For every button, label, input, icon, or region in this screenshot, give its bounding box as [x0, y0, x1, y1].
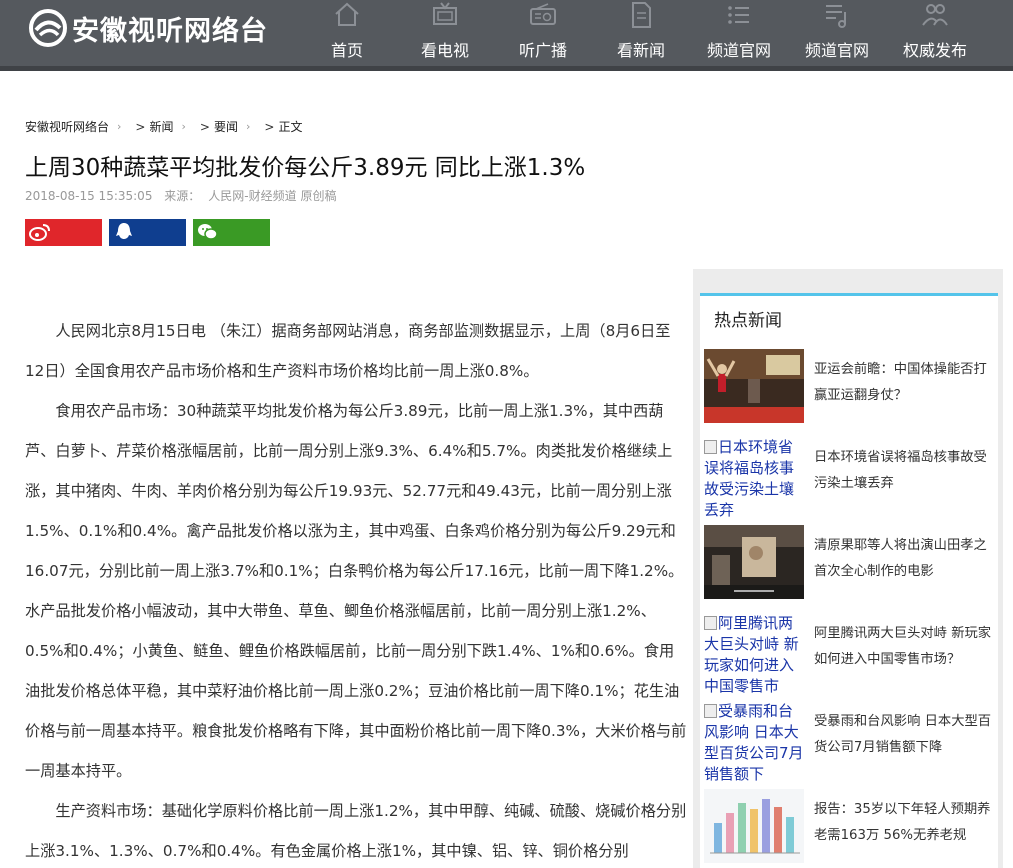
nav-label: 看新闻 [616, 41, 665, 60]
source-label: 来源： [164, 189, 201, 203]
image-alt-text: 日本环境省误将福岛核事故受污染土壤丢弃 [704, 438, 795, 519]
breadcrumb-separator: › [181, 120, 186, 133]
hot-news-item[interactable]: 亚运会前瞻：中国体操能否打赢亚运翻身仗？ [704, 349, 994, 437]
breadcrumb-separator: › [245, 120, 251, 133]
nav-item-official-release[interactable]: 权威发布 [886, 0, 984, 66]
hot-news-item[interactable]: 阿里腾讯两大巨头对峙 新玩家如何进入中国零售市 阿里腾讯两大巨头对峙 新玩家如何… [704, 613, 994, 701]
logo-swirl-icon [28, 8, 68, 48]
article-source[interactable]: 人民网-财经频道 原创稿 [208, 189, 336, 203]
share-bar [25, 219, 270, 246]
nav-item-tv[interactable]: 看电视 [396, 0, 494, 66]
breadcrumb-home[interactable]: 安徽视听网络台 [25, 118, 109, 135]
weibo-icon [29, 224, 50, 241]
list-icon [728, 6, 749, 24]
nav-label: 首页 [330, 41, 363, 60]
nav-label: 权威发布 [902, 41, 967, 60]
article-paragraph: 人民网北京8月15日电 （朱江）据商务部网站消息，商务部监测数据显示，上周（8月… [25, 322, 671, 380]
radio-icon [530, 3, 556, 25]
share-qq-button[interactable] [109, 219, 186, 246]
qq-icon [116, 223, 132, 239]
hot-news-text[interactable]: 清原果耶等人将出演山田孝之首次全心制作的电影 [814, 533, 994, 585]
article-paragraph: 生产资料市场：基础化学原料价格比前一周上涨1.2%，其中甲醇、纯碱、硫酸、烧碱价… [25, 802, 687, 860]
hot-news-title: 热点新闻 [714, 311, 782, 331]
breadcrumb-news[interactable]: 新闻 [149, 118, 173, 135]
hot-news-item[interactable]: 日本环境省误将福岛核事故受污染土壤丢弃 日本环境省误将福岛核事故受污染土壤丢弃 [704, 437, 994, 525]
document-icon [632, 2, 651, 28]
nav-item-news[interactable]: 看新闻 [592, 0, 690, 66]
share-weibo-button[interactable] [25, 219, 102, 246]
breadcrumb-important[interactable]: 要闻 [214, 118, 238, 135]
film-still-photo[interactable] [704, 525, 804, 599]
wechat-icon [198, 224, 218, 240]
hot-news-text[interactable]: 阿里腾讯两大巨头对峙 新玩家如何进入中国零售市场？ [814, 621, 994, 673]
hot-news-item[interactable]: 受暴雨和台风影响 日本大型百货公司7月销售额下 受暴雨和台风影响 日本大型百货公… [704, 701, 994, 789]
hot-news-text[interactable]: 日本环境省误将福岛核事故受污染土壤丢弃 [814, 445, 994, 497]
nav-item-channel-site-1[interactable]: 频道官网 [690, 0, 788, 66]
bar-chart-photo[interactable] [704, 789, 804, 863]
breadcrumb-arrow: > [199, 119, 210, 134]
breadcrumb-current: 正文 [278, 120, 303, 134]
broken-image-icon[interactable]: 日本环境省误将福岛核事故受污染土壤丢弃 [704, 437, 804, 521]
breadcrumb-arrow: > [264, 119, 275, 134]
music-list-icon [826, 5, 846, 28]
share-wechat-button[interactable] [193, 219, 270, 246]
article-body: 人民网北京8月15日电 （朱江）据商务部网站消息，商务部监测数据显示，上周（8月… [25, 311, 688, 868]
people-icon [922, 4, 948, 26]
broken-image-icon[interactable]: 阿里腾讯两大巨头对峙 新玩家如何进入中国零售市 [704, 613, 804, 697]
image-alt-text: 阿里腾讯两大巨头对峙 新玩家如何进入中国零售市 [704, 614, 799, 695]
home-icon [335, 2, 359, 26]
nav-label: 频道官网 [804, 41, 869, 60]
article-title: 上周30种蔬菜平均批发价每公斤3.89元 同比上涨1.3% [25, 155, 586, 181]
broken-image-icon[interactable]: 受暴雨和台风影响 日本大型百货公司7月销售额下 [704, 701, 804, 785]
hot-news-panel: 热点新闻 亚运会前瞻：中国体操能否打赢亚运翻身仗？ 日本环境省误将福岛核事故受污… [700, 293, 998, 868]
logo-text: 安徽视听网络台 [72, 15, 268, 47]
gymnast-photo[interactable] [704, 349, 804, 423]
article-paragraph: 食用农产品市场：30种蔬菜平均批发价格为每公斤3.89元，比前一周上涨1.3%，… [25, 402, 687, 780]
breadcrumb-separator: › [117, 120, 122, 133]
hot-news-text[interactable]: 报告：35岁以下年轻人预期养老需163万 56%无养老规 [814, 797, 994, 849]
nav-item-home[interactable]: 首页 [298, 0, 396, 66]
breadcrumb: 安徽视听网络台 › > 新闻 › > 要闻 › > 正文 [25, 118, 302, 135]
article-datetime: 2018-08-15 15:35:05 [25, 189, 153, 203]
hot-news-text[interactable]: 亚运会前瞻：中国体操能否打赢亚运翻身仗？ [814, 357, 994, 409]
hot-news-text[interactable]: 受暴雨和台风影响 日本大型百货公司7月销售额下降 [814, 709, 994, 761]
nav-item-channel-site-2[interactable]: 频道官网 [788, 0, 886, 66]
sidebar: 热点新闻 亚运会前瞻：中国体操能否打赢亚运翻身仗？ 日本环境省误将福岛核事故受污… [693, 269, 1003, 868]
nav-label: 频道官网 [706, 41, 771, 60]
breadcrumb-arrow: > [135, 119, 146, 134]
site-logo[interactable]: 安徽视听网络台 [28, 8, 268, 48]
nav-label: 看电视 [420, 41, 469, 60]
nav-item-radio[interactable]: 听广播 [494, 0, 592, 66]
hot-news-item[interactable]: 报告：35岁以下年轻人预期养老需163万 56%无养老规 [704, 789, 994, 868]
hot-news-list: 亚运会前瞻：中国体操能否打赢亚运翻身仗？ 日本环境省误将福岛核事故受污染土壤丢弃… [704, 349, 994, 868]
main-content: 安徽视听网络台 › > 新闻 › > 要闻 › > 正文 上周30种蔬菜平均批发… [0, 71, 1013, 868]
tv-icon [433, 2, 457, 25]
nav-label: 听广播 [518, 41, 567, 60]
main-nav: 首页 看电视 听广播 看新闻 频道官网 频道官网 权威发布 [298, 0, 984, 66]
site-header: 安徽视听网络台 首页 看电视 听广播 看新闻 频道官网 频道官网 权威发布 [0, 0, 1013, 71]
image-alt-text: 受暴雨和台风影响 日本大型百货公司7月销售额下 [704, 702, 804, 783]
hot-news-item[interactable]: 清原果耶等人将出演山田孝之首次全心制作的电影 [704, 525, 994, 613]
article-meta: 2018-08-15 15:35:05 来源： 人民网-财经频道 原创稿 [25, 187, 344, 204]
